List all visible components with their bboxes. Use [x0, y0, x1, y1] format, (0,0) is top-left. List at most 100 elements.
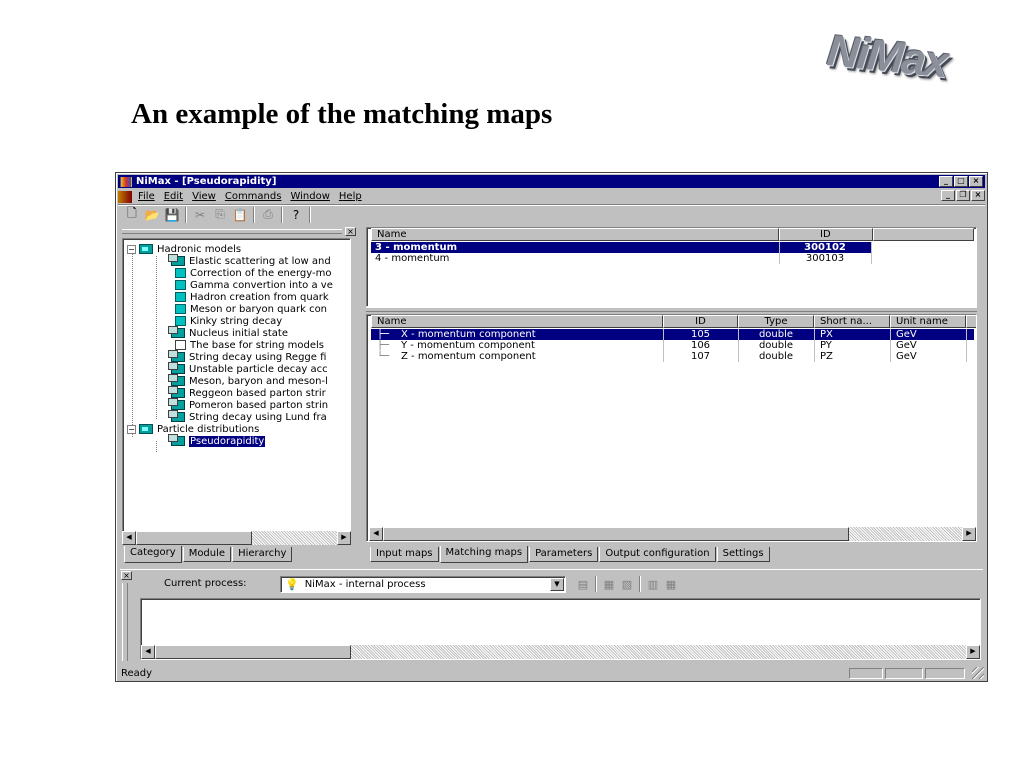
tab-input-maps[interactable]: Input maps	[370, 547, 439, 562]
title-bar[interactable]: NiMax - [Pseudorapidity] _ □ ×	[118, 175, 985, 188]
status-bar: Ready	[118, 667, 985, 680]
pane-grip[interactable]	[122, 229, 342, 234]
table-row[interactable]: 3 - momentum 300102	[371, 242, 871, 253]
column-header-unit-name[interactable]: Unit name	[890, 315, 966, 328]
close-button[interactable]: ×	[969, 176, 983, 187]
scroll-left-icon[interactable]: ◀	[141, 645, 155, 659]
resize-grip-icon[interactable]	[972, 667, 984, 679]
tab-parameters[interactable]: Parameters	[529, 547, 599, 562]
tab-hierarchy[interactable]: Hierarchy	[232, 547, 293, 562]
new-file-icon[interactable]: 🗋	[122, 206, 142, 223]
current-process-select[interactable]: 💡 NiMax - internal process ▼	[280, 576, 566, 593]
pane-close-button[interactable]: ×	[121, 571, 132, 580]
tree-item[interactable]: Unstable particle decay acc	[168, 362, 328, 375]
pane-splitter[interactable]	[366, 307, 977, 312]
column-header-id[interactable]: ID	[663, 315, 738, 328]
column-header-id[interactable]: ID	[779, 228, 873, 241]
tree-item[interactable]: Hadron creation from quark	[175, 291, 329, 303]
tree-item[interactable]: Nucleus initial state	[168, 326, 288, 339]
tree-item[interactable]: String decay using Lund fra	[168, 410, 327, 423]
menu-view[interactable]: View	[192, 191, 216, 202]
table-row[interactable]: ├─ X - momentum component 105 double PX …	[371, 329, 974, 340]
tree-item-pseudorapidity[interactable]: Pseudorapidity	[168, 434, 267, 448]
process-edit-icon[interactable]: ▤	[574, 576, 592, 592]
tree-group-hadronic-models[interactable]: − Hadronic models	[127, 243, 241, 255]
paste-icon[interactable]: 📋	[230, 207, 250, 223]
child-close-button[interactable]: ×	[971, 190, 985, 201]
tree-item[interactable]: Pomeron based parton strin	[168, 398, 328, 411]
column-header-name[interactable]: Name	[371, 228, 779, 241]
pane-grip[interactable]	[122, 583, 128, 661]
child-minimize-button[interactable]: _	[941, 190, 955, 201]
menu-help[interactable]: Help	[339, 191, 362, 202]
lightbulb-icon: 💡	[285, 578, 299, 591]
tab-module[interactable]: Module	[182, 547, 232, 562]
menu-commands[interactable]: Commands	[225, 191, 282, 202]
output-pane: × Current process: 💡 NiMax - internal pr…	[120, 569, 983, 665]
tab-settings[interactable]: Settings	[716, 547, 770, 562]
scroll-left-icon[interactable]: ◀	[369, 527, 383, 541]
collapse-icon[interactable]: −	[127, 424, 136, 434]
print-icon[interactable]: ⎙	[258, 207, 278, 223]
menu-edit[interactable]: Edit	[164, 191, 183, 202]
output-horizontal-scrollbar[interactable]: ◀ ▶	[141, 645, 980, 659]
tree-item[interactable]: String decay using Regge fi	[168, 350, 326, 363]
collapse-icon[interactable]: −	[127, 244, 136, 254]
app-icon	[120, 176, 132, 187]
module-icon	[168, 410, 185, 422]
tree-item[interactable]: Kinky string decay	[175, 315, 282, 327]
scroll-thumb[interactable]	[155, 645, 351, 659]
column-header-name[interactable]: Name	[371, 315, 663, 328]
scroll-left-icon[interactable]: ◀	[122, 531, 136, 545]
tree-item[interactable]: Meson or baryon quark con	[175, 303, 327, 315]
output-area[interactable]: ◀ ▶	[140, 598, 981, 660]
tree-item[interactable]: Correction of the energy-mo	[175, 267, 331, 279]
tab-matching-maps[interactable]: Matching maps	[439, 546, 529, 563]
tree-horizontal-scrollbar[interactable]: ◀ ▶	[122, 531, 351, 545]
module-icon	[168, 398, 185, 410]
toolbar-separator	[253, 206, 255, 223]
document-icon[interactable]	[118, 190, 132, 203]
scroll-right-icon[interactable]: ▶	[337, 531, 351, 545]
tree-connector: ├─	[377, 329, 390, 340]
scroll-right-icon[interactable]: ▶	[966, 645, 980, 659]
process-import-icon[interactable]: ▧	[618, 576, 636, 592]
column-header-short-name[interactable]: Short na...	[814, 315, 890, 328]
module-icon	[175, 316, 186, 326]
tab-category[interactable]: Category	[124, 546, 182, 563]
process-export-icon[interactable]: ▦	[600, 576, 618, 592]
category-tabs: Category Module Hierarchy	[124, 545, 293, 563]
module-icon	[168, 374, 185, 386]
components-horizontal-scrollbar[interactable]: ◀ ▶	[369, 527, 976, 541]
table-row[interactable]: └─ Z - momentum component 107 double PZ …	[371, 351, 974, 362]
copy-icon[interactable]: ⎘	[210, 207, 230, 223]
tree-item[interactable]: Gamma convertion into a ve	[175, 279, 333, 291]
process-run-icon[interactable]: ▥	[644, 576, 662, 592]
menu-file[interactable]: File	[138, 191, 155, 202]
chevron-down-icon[interactable]: ▼	[550, 578, 564, 591]
table-row[interactable]: 4 - momentum 300103	[371, 253, 871, 264]
tree-item[interactable]: Elastic scattering at low and	[168, 254, 331, 267]
module-icon	[175, 304, 186, 314]
tab-output-configuration[interactable]: Output configuration	[599, 547, 716, 562]
pane-close-button[interactable]: ×	[345, 227, 356, 236]
scroll-right-icon[interactable]: ▶	[962, 527, 976, 541]
table-row[interactable]: ├─ Y - momentum component 106 double PY …	[371, 340, 974, 351]
scroll-thumb[interactable]	[136, 531, 252, 545]
maximize-button[interactable]: □	[954, 176, 968, 187]
help-icon[interactable]: ?	[286, 207, 306, 223]
open-folder-icon[interactable]: 📂	[142, 207, 162, 223]
cut-icon[interactable]: ✂	[190, 207, 210, 223]
column-header-type[interactable]: Type	[738, 315, 814, 328]
save-icon[interactable]: 💾	[162, 207, 182, 223]
status-text: Ready	[121, 668, 153, 679]
tree-item[interactable]: The base for string models	[175, 339, 324, 351]
menu-window[interactable]: Window	[290, 191, 329, 202]
child-restore-button[interactable]: ❐	[956, 190, 970, 201]
process-table-icon[interactable]: ▦	[662, 576, 680, 592]
tree-item[interactable]: Reggeon based parton strir	[168, 386, 326, 399]
minimize-button[interactable]: _	[939, 176, 953, 187]
tree-group-particle-distributions[interactable]: − Particle distributions	[127, 423, 259, 435]
tree-item[interactable]: Meson, baryon and meson-l	[168, 374, 328, 387]
scroll-thumb[interactable]	[383, 527, 849, 541]
